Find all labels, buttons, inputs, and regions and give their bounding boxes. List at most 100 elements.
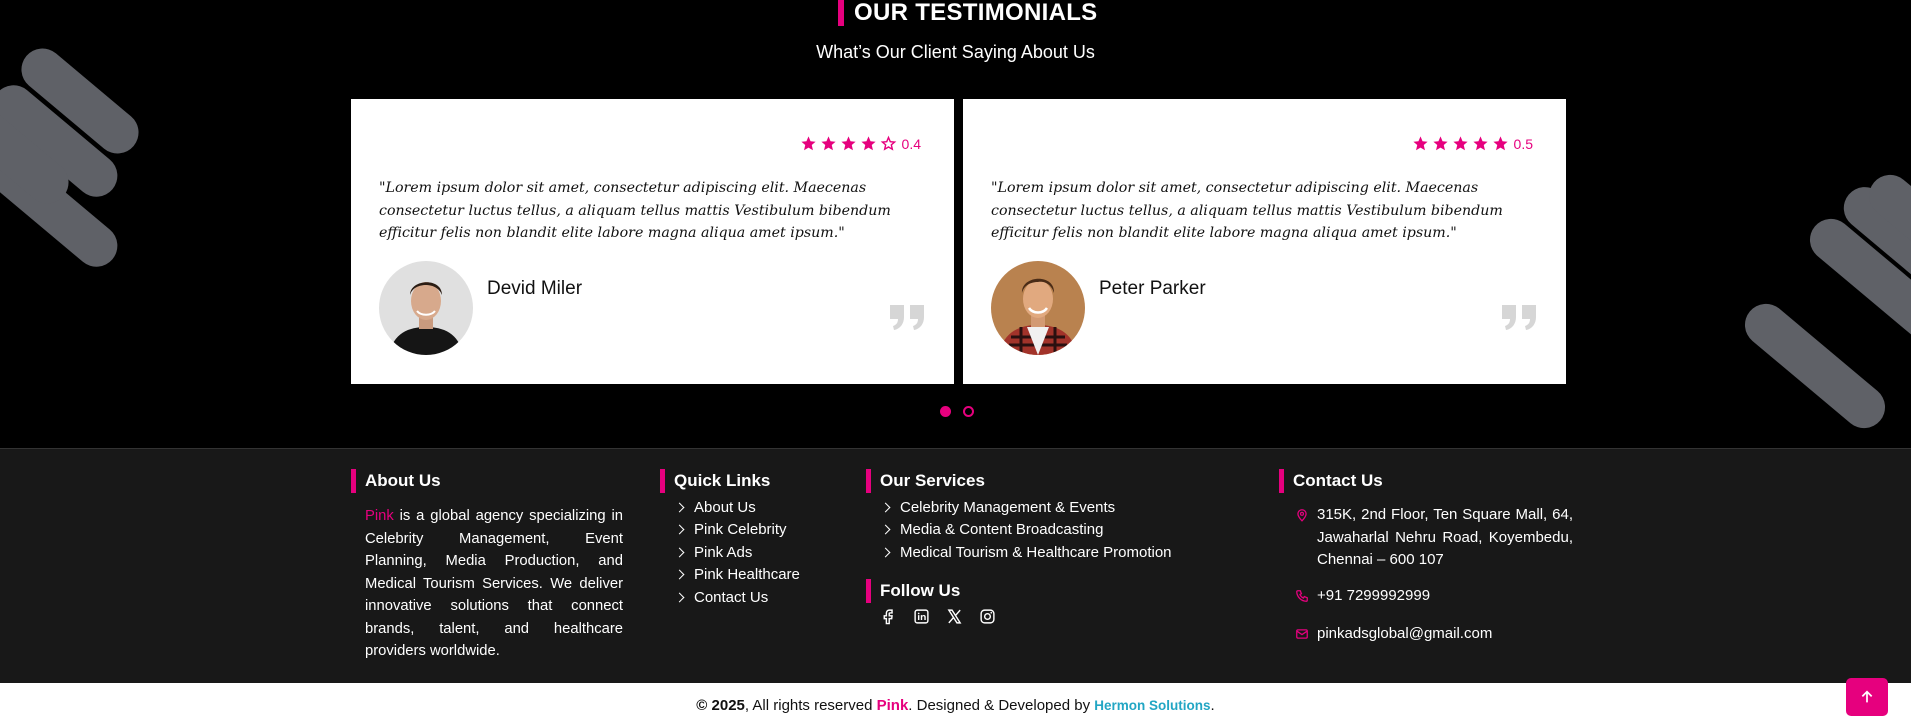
section-title: OUR TESTIMONIALS	[838, 0, 1097, 26]
person-avatar-icon	[379, 261, 473, 355]
avatar	[991, 261, 1085, 355]
quick-links-heading-text: Quick Links	[674, 471, 771, 490]
service-item[interactable]: Medical Tourism & Healthcare Promotion	[880, 541, 1172, 564]
copyright-brand-link[interactable]: Pink	[877, 697, 909, 714]
x-icon[interactable]	[946, 608, 963, 625]
instagram-icon[interactable]	[979, 608, 996, 625]
client-name: Peter Parker	[1099, 278, 1206, 299]
chevron-right-icon	[674, 502, 685, 513]
about-heading: About Us	[351, 469, 441, 493]
star-filled-icon	[1452, 136, 1468, 151]
person-avatar-icon	[991, 261, 1085, 355]
developer-link[interactable]: Hermon Solutions	[1094, 698, 1210, 713]
avatar	[379, 261, 473, 355]
chevron-right-icon	[880, 547, 891, 558]
pagination-dot-1[interactable]	[940, 406, 951, 417]
star-filled-icon	[840, 136, 856, 151]
chevron-right-icon	[674, 547, 685, 558]
testimonials-section: OUR TESTIMONIALS What’s Our Client Sayin…	[0, 0, 1911, 448]
about-body: is a global agency specializing in Celeb…	[365, 508, 623, 659]
arrow-up-icon	[1861, 690, 1873, 703]
heading-accent-bar	[866, 469, 871, 493]
star-filled-icon	[820, 136, 836, 151]
copyright-part2: . Designed & Developed by	[908, 697, 1095, 714]
quick-link-pink-healthcare[interactable]: Pink Healthcare	[674, 564, 800, 587]
linkedin-icon[interactable]	[913, 608, 930, 625]
quick-link-label: Pink Healthcare	[694, 566, 800, 584]
copyright-text: © 2025, All rights reserved Pink. Design…	[696, 697, 1214, 714]
page: OUR TESTIMONIALS What’s Our Client Sayin…	[0, 0, 1911, 728]
service-item[interactable]: Media & Content Broadcasting	[880, 519, 1172, 542]
testimonial-card: 0.5 "Lorem ipsum dolor sit amet, consect…	[963, 99, 1566, 384]
footer: About Us Pink is a global agency special…	[0, 448, 1911, 683]
title-accent-bar	[838, 0, 844, 26]
follow-heading: Follow Us	[866, 579, 960, 603]
service-label: Medical Tourism & Healthcare Promotion	[900, 543, 1172, 561]
client-name: Devid Miler	[487, 278, 583, 299]
copyright-year: © 2025	[696, 697, 745, 714]
about-brand: Pink	[365, 508, 394, 524]
quick-link-contact[interactable]: Contact Us	[674, 586, 800, 609]
star-filled-icon	[860, 136, 876, 151]
pagination-dot-2[interactable]	[963, 406, 974, 417]
contact-address-text: 315K, 2nd Floor, Ten Square Mall, 64, Ja…	[1317, 506, 1573, 568]
copyright-bar: © 2025, All rights reserved Pink. Design…	[0, 683, 1911, 728]
quick-link-pink-ads[interactable]: Pink Ads	[674, 541, 800, 564]
service-label: Media & Content Broadcasting	[900, 521, 1104, 539]
contact-address: 315K, 2nd Floor, Ten Square Mall, 64, Ja…	[1295, 504, 1573, 572]
quote-icon	[1502, 305, 1536, 330]
chevron-right-icon	[674, 524, 685, 535]
star-rating: 0.4	[797, 135, 921, 152]
contact-email-text: pinkadsglobal@gmail.com	[1317, 625, 1493, 642]
heading-accent-bar	[866, 579, 871, 603]
follow-heading-text: Follow Us	[880, 581, 961, 600]
section-heading: OUR TESTIMONIALS	[854, 0, 1098, 26]
star-filled-icon	[1472, 136, 1488, 151]
quick-links-list: About Us Pink Celebrity Pink Ads Pink He…	[674, 496, 800, 609]
decor-stripe	[1736, 295, 1894, 437]
quick-link-label: Contact Us	[694, 588, 769, 606]
contact-phone[interactable]: +91 7299992999	[1295, 585, 1430, 608]
phone-icon	[1296, 590, 1308, 602]
copyright-part3: .	[1210, 697, 1215, 714]
quick-links-heading: Quick Links	[660, 469, 770, 493]
quick-link-label: Pink Ads	[694, 543, 753, 561]
services-list: Celebrity Management & Events Media & Co…	[880, 496, 1172, 564]
testimonial-card: 0.4 "Lorem ipsum dolor sit amet, consect…	[351, 99, 954, 384]
copyright-part1: , All rights reserved	[744, 697, 877, 714]
testimonial-quote: "Lorem ipsum dolor sit amet, consectetur…	[991, 180, 1503, 241]
contact-heading-text: Contact Us	[1293, 471, 1383, 490]
chevron-right-icon	[674, 592, 685, 603]
star-filled-icon	[800, 136, 816, 151]
chevron-right-icon	[674, 569, 685, 580]
star-rating: 0.5	[1409, 135, 1533, 152]
chevron-right-icon	[880, 502, 891, 513]
quick-link-label: Pink Celebrity	[694, 521, 787, 539]
social-links	[880, 608, 1012, 625]
quick-link-pink-celebrity[interactable]: Pink Celebrity	[674, 519, 800, 542]
services-heading-text: Our Services	[880, 471, 985, 490]
location-pin-icon	[1297, 509, 1307, 522]
contact-phone-text: +91 7299992999	[1317, 587, 1431, 604]
heading-accent-bar	[660, 469, 665, 493]
contact-heading: Contact Us	[1279, 469, 1383, 493]
heading-accent-bar	[1279, 469, 1284, 493]
scroll-to-top-button[interactable]	[1846, 678, 1888, 716]
chevron-right-icon	[880, 524, 891, 535]
about-text: Pink is a global agency specializing in …	[365, 505, 623, 663]
star-filled-icon	[1492, 136, 1508, 151]
heading-accent-bar	[351, 469, 356, 493]
testimonial-quote: "Lorem ipsum dolor sit amet, consectetur…	[379, 180, 891, 241]
star-empty-icon	[880, 135, 896, 151]
star-filled-icon	[1432, 136, 1448, 151]
services-heading: Our Services	[866, 469, 985, 493]
service-item[interactable]: Celebrity Management & Events	[880, 496, 1172, 519]
star-filled-icon	[1412, 136, 1428, 151]
rating-value: 0.4	[901, 135, 921, 152]
facebook-icon[interactable]	[880, 608, 897, 625]
mail-icon	[1296, 629, 1308, 639]
contact-email[interactable]: pinkadsglobal@gmail.com	[1295, 623, 1492, 646]
quote-icon	[890, 305, 924, 330]
quick-link-about[interactable]: About Us	[674, 496, 800, 519]
rating-value: 0.5	[1513, 135, 1533, 152]
